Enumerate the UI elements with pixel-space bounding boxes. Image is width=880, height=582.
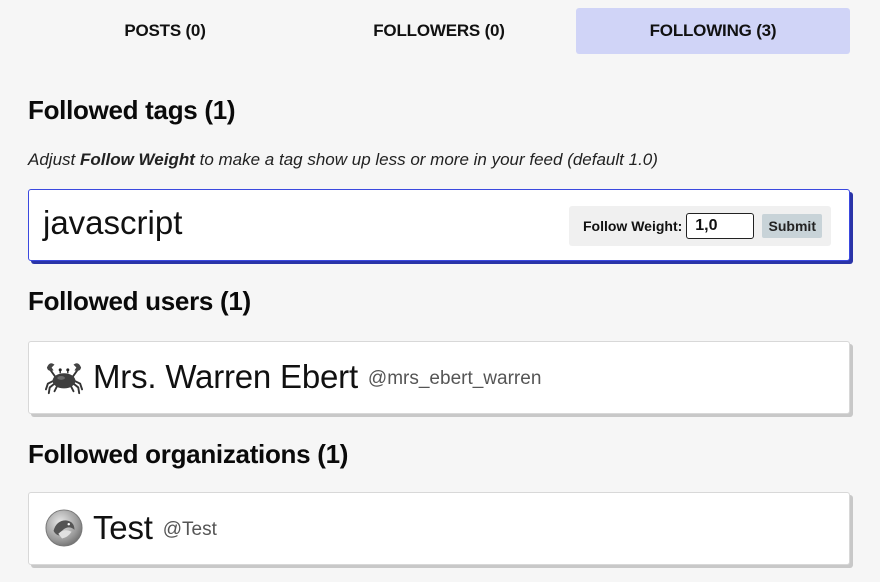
- tag-card-javascript: javascript Follow Weight: Submit: [28, 189, 850, 261]
- org-logo-icon: [45, 509, 83, 547]
- follow-weight-input[interactable]: [686, 213, 755, 239]
- tab-following[interactable]: FOLLOWING (3): [576, 8, 850, 54]
- follow-weight-hint: Adjust Follow Weight to make a tag show …: [28, 150, 658, 170]
- hint-prefix: Adjust: [28, 150, 80, 169]
- followed-tags-heading: Followed tags (1): [28, 95, 236, 125]
- tab-posts[interactable]: POSTS (0): [28, 8, 302, 54]
- follow-weight-form: Follow Weight: Submit: [569, 206, 831, 246]
- org-name[interactable]: Test: [93, 509, 153, 547]
- crab-icon: [45, 363, 83, 395]
- tag-name-link[interactable]: javascript: [43, 204, 182, 242]
- org-entity[interactable]: Test @Test: [45, 509, 217, 547]
- following-tabs: POSTS (0) FOLLOWERS (0) FOLLOWING (3): [28, 8, 850, 54]
- user-handle: @mrs_ebert_warren: [367, 368, 542, 389]
- hint-bold: Follow Weight: [79, 150, 195, 169]
- user-card[interactable]: Mrs. Warren Ebert @mrs_ebert_warren: [28, 341, 850, 414]
- org-handle: @Test: [162, 519, 217, 540]
- tab-followers[interactable]: FOLLOWERS (0): [302, 8, 576, 54]
- user-entity[interactable]: Mrs. Warren Ebert @mrs_ebert_warren: [45, 358, 541, 396]
- followed-orgs-heading: Followed organizations (1): [28, 439, 349, 469]
- hint-suffix: to make a tag show up less or more in yo…: [194, 150, 658, 169]
- user-name[interactable]: Mrs. Warren Ebert: [93, 358, 358, 396]
- submit-button[interactable]: Submit: [762, 214, 823, 238]
- org-card[interactable]: Test @Test: [28, 492, 850, 565]
- followed-users-heading: Followed users (1): [28, 286, 251, 316]
- follow-weight-label: Follow Weight:: [583, 218, 683, 234]
